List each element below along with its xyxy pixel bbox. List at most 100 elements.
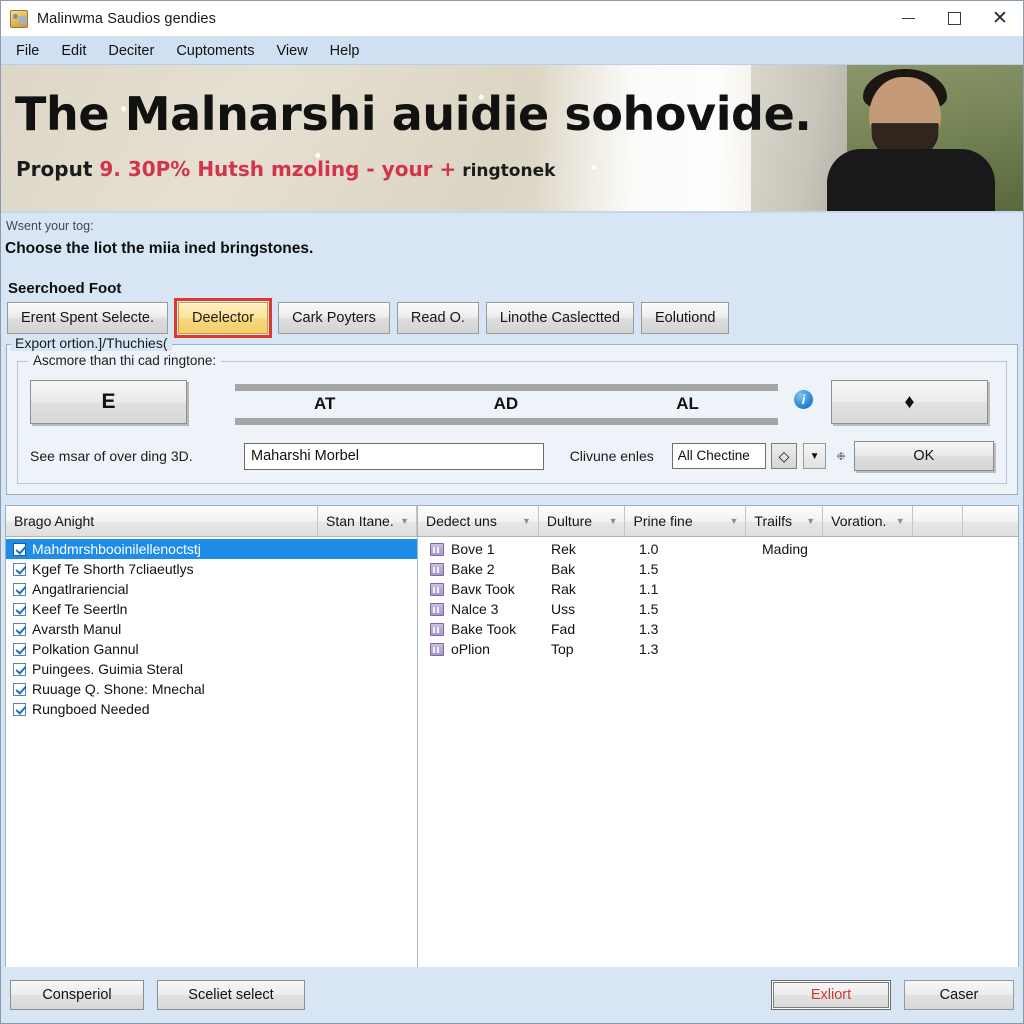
close-button[interactable]: ✕	[977, 1, 1023, 36]
cell-dedect-uns: Nalce 3	[451, 601, 499, 617]
name-input[interactable]	[244, 442, 544, 470]
panel-hint-text: See msar of over ding 3D.	[30, 448, 193, 464]
export-button[interactable]: Exliort	[771, 980, 891, 1010]
checkbox-icon[interactable]	[13, 642, 26, 656]
tab-erent-spent-selecte[interactable]: Erent Spent Selecte.	[7, 302, 168, 334]
list-item-label: Keef Te Seertln	[32, 601, 128, 617]
caser-button[interactable]: Caser	[904, 980, 1014, 1010]
slider-labels: AT AD AL	[235, 391, 778, 418]
table-row[interactable]: Bove 1 Rek 1.0 Mading	[418, 539, 1018, 559]
list-item[interactable]: Mahdmrshbooinilellenoctstj	[6, 539, 417, 559]
left-col-brago-anight[interactable]: Brago Anight	[6, 506, 318, 536]
menu-item-cuptoments[interactable]: Cuptoments	[165, 40, 265, 62]
tab-eolutiond[interactable]: Eolutiond	[640, 302, 730, 334]
list-item[interactable]: Polkation Gannul	[6, 639, 417, 659]
export-options-panel: Export ortion.]/Thuchies( Ascmore than t…	[6, 335, 1018, 495]
right-col-blank-1[interactable]	[913, 506, 963, 536]
slider-label-al: AL	[676, 394, 699, 413]
dual-list-area: Brago Anight Stan Itane. ▼ Mahdmrshbooin…	[5, 505, 1019, 967]
right-col-dedect-uns-label: Dedect uns	[426, 513, 497, 529]
list-item[interactable]: Avarsth Manul	[6, 619, 417, 639]
slider-label-ad: AD	[493, 394, 519, 413]
chevron-down-icon: ▼	[806, 516, 816, 526]
right-col-voration-label: Voration.	[831, 513, 887, 529]
menu-item-view[interactable]: View	[266, 40, 319, 62]
menu-item-file[interactable]: File	[5, 40, 50, 62]
right-col-blank-2[interactable]	[963, 506, 1018, 536]
left-list-body[interactable]: Mahdmrshbooinilellenoctstj Kgef Te Short…	[6, 537, 417, 967]
list-item-label: Kgef Te Shorth 7cliaeutlys	[32, 561, 194, 577]
right-col-prine-fine[interactable]: Prine fine ▼	[625, 506, 747, 536]
list-item[interactable]: Kgef Te Shorth 7cliaeutlys	[6, 559, 417, 579]
sceliet-select-button[interactable]: Sceliet select	[157, 980, 305, 1010]
right-col-dulture-label: Dulture	[546, 513, 593, 529]
ok-button[interactable]: OK	[853, 441, 995, 471]
e-button[interactable]: E	[30, 380, 187, 424]
list-item[interactable]: Ruuage Q. Shone: Mnechal	[6, 679, 417, 699]
settings-small-icon: ❉	[836, 450, 846, 463]
cell-dedect-uns: Bake Took	[451, 621, 517, 637]
diamond-button[interactable]: ♦	[831, 380, 988, 424]
list-item[interactable]: Angatlrariencial	[6, 579, 417, 599]
consperiol-button[interactable]: Consperiol	[10, 980, 144, 1010]
right-col-dulture[interactable]: Dulture ▼	[539, 506, 626, 536]
tab-read-o[interactable]: Read O.	[396, 302, 479, 334]
right-col-trailfs[interactable]: Trailfs ▼	[746, 506, 824, 536]
file-icon	[430, 542, 444, 556]
cell-prine-fine: 1.5	[639, 561, 659, 577]
left-list-header: Brago Anight Stan Itane. ▼	[6, 506, 417, 537]
table-row[interactable]: Bake 2 Bak 1.5	[418, 559, 1018, 579]
chevron-down-icon: ▼	[522, 516, 531, 526]
list-item-label: Mahdmrshbooinilellenoctstj	[32, 541, 201, 557]
left-col-stan-itane[interactable]: Stan Itane. ▼	[318, 506, 417, 536]
tab-strip: Erent Spent Selecte. Deelector Cark Poyt…	[1, 298, 1023, 338]
menu-item-help[interactable]: Help	[319, 40, 371, 62]
tab-deelector[interactable]: Deelector	[173, 298, 273, 338]
window-title: Malinwma Saudios gendies	[37, 10, 216, 27]
chectine-select[interactable]: All Chectine	[671, 443, 767, 469]
table-row[interactable]: oPlion Top 1.3	[418, 639, 1018, 659]
diamond-picker-icon[interactable]: ◇	[771, 443, 797, 469]
chevron-down-icon: ▼	[400, 516, 409, 526]
right-list-pane: Dedect uns ▼ Dulture ▼ Prine fine ▼ Trai…	[418, 506, 1018, 967]
checkbox-icon[interactable]	[13, 542, 26, 556]
checkbox-icon[interactable]	[13, 582, 26, 596]
info-icon[interactable]: i	[794, 390, 813, 409]
list-item[interactable]: Keef Te Seertln	[6, 599, 417, 619]
slider-label-at: AT	[314, 394, 336, 413]
cell-prine-fine: 1.0	[639, 541, 659, 557]
checkbox-icon[interactable]	[13, 702, 26, 716]
chevron-down-icon[interactable]: ▼	[802, 443, 827, 469]
application-window: Malinwma Saudios gendies ✕ File Edit Dec…	[0, 0, 1024, 1024]
table-row[interactable]: Nalce 3 Uss 1.5	[418, 599, 1018, 619]
cell-dulture: Fad	[551, 621, 576, 637]
right-list-body[interactable]: Bove 1 Rek 1.0 Mading Bake 2 Bak 1.5 Bav…	[418, 537, 1018, 967]
tab-cark-poyters[interactable]: Cark Poyters	[278, 302, 390, 334]
section-label: Seerchoed Foot	[8, 280, 122, 297]
table-row[interactable]: Bake Took Fad 1.3	[418, 619, 1018, 639]
minimize-button[interactable]	[885, 1, 931, 36]
chevron-down-icon: ▼	[608, 516, 618, 526]
cell-trailfs: Mading	[762, 541, 808, 557]
cell-prine-fine: 1.1	[639, 581, 659, 597]
menu-item-edit[interactable]: Edit	[50, 40, 97, 62]
table-row[interactable]: Bavк Took Rak 1.1	[418, 579, 1018, 599]
tab-linothe-caslectted[interactable]: Linothe Caslectted	[485, 302, 634, 334]
maximize-button[interactable]	[931, 1, 977, 36]
checkbox-icon[interactable]	[13, 682, 26, 696]
checkbox-icon[interactable]	[13, 602, 26, 616]
file-icon	[430, 622, 444, 636]
menu-item-deciter[interactable]: Deciter	[97, 40, 165, 62]
list-item-label: Angatlrariencial	[32, 581, 129, 597]
checkbox-icon[interactable]	[13, 622, 26, 636]
range-slider[interactable]: AT AD AL	[235, 380, 778, 425]
checkbox-icon[interactable]	[13, 662, 26, 676]
checkbox-icon[interactable]	[13, 562, 26, 576]
list-item-label: Puingees. Guimia Steral	[32, 661, 183, 677]
right-col-dedect-uns[interactable]: Dedect uns ▼	[418, 506, 539, 536]
export-options-wrap: Export ortion.]/Thuchies( Ascmore than t…	[1, 334, 1023, 495]
list-item[interactable]: Puingees. Guimia Steral	[6, 659, 417, 679]
right-col-voration[interactable]: Voration. ▼	[823, 506, 913, 536]
list-item[interactable]: Rungboed Needed	[6, 699, 417, 719]
panel-row-top: E AT AD AL i ♦	[30, 380, 994, 425]
